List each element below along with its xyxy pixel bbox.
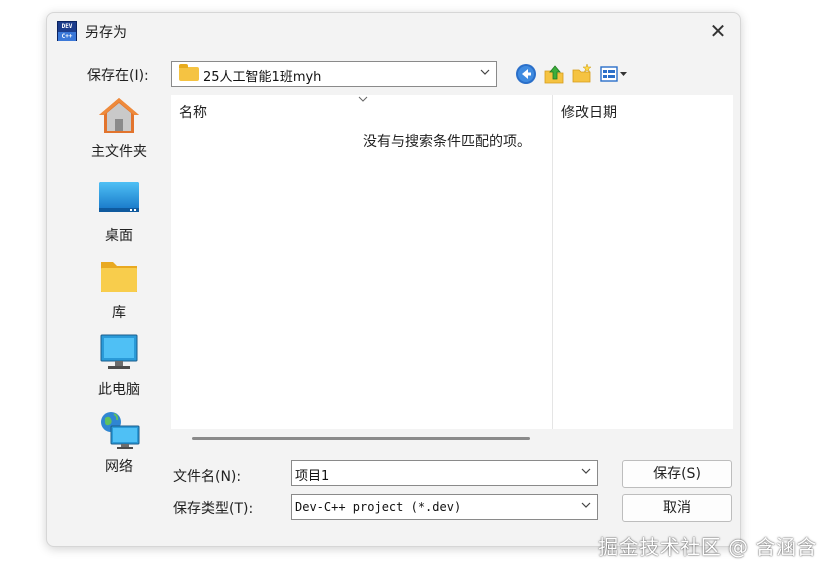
- app-icon-bottom-text: C++: [58, 32, 76, 41]
- place-label: 主文件夹: [91, 144, 147, 160]
- close-button[interactable]: ✕: [706, 20, 730, 44]
- dev-cpp-app-icon: DEV C++: [57, 21, 77, 41]
- title-bar: DEV C++ 另存为 ✕: [47, 13, 740, 49]
- view-menu-icon[interactable]: [599, 63, 629, 85]
- empty-list-message: 没有与搜索条件匹配的项。: [363, 134, 531, 150]
- new-folder-icon[interactable]: [571, 63, 593, 85]
- home-icon: [99, 98, 139, 133]
- up-folder-icon[interactable]: [543, 63, 565, 85]
- save-button[interactable]: 保存(S): [622, 460, 732, 488]
- folder-icon: [179, 64, 199, 81]
- desktop-icon: [99, 182, 139, 212]
- file-list-view[interactable]: 名称 修改日期 没有与搜索条件匹配的项。: [171, 95, 733, 429]
- place-network[interactable]: 网络: [71, 410, 167, 480]
- chevron-down-icon[interactable]: [480, 67, 490, 77]
- filetype-select[interactable]: Dev-C++ project (*.dev): [291, 494, 598, 520]
- sort-chevron-icon: [358, 96, 368, 102]
- column-divider[interactable]: [552, 95, 553, 429]
- library-folder-icon: [101, 262, 137, 292]
- save-in-folder-value: 25人工智能1班myh: [203, 70, 322, 85]
- save-in-label: 保存在(I):: [87, 68, 149, 84]
- place-desktop[interactable]: 桌面: [71, 179, 167, 249]
- chevron-down-icon[interactable]: [581, 500, 591, 510]
- place-label: 桌面: [105, 228, 133, 244]
- computer-icon: [100, 334, 138, 369]
- place-label: 网络: [105, 459, 133, 475]
- place-home[interactable]: 主文件夹: [71, 95, 167, 165]
- cancel-button[interactable]: 取消: [622, 494, 732, 522]
- places-bar: 主文件夹 桌面 库 此电脑 网络: [71, 95, 167, 475]
- back-icon[interactable]: [515, 63, 537, 85]
- place-label: 库: [112, 305, 126, 321]
- filename-input[interactable]: 项目1: [295, 465, 329, 484]
- window-title: 另存为: [85, 25, 127, 41]
- save-as-dialog: DEV C++ 另存为 ✕ 保存在(I): 25人工智能1班myh 主文件夹 桌…: [46, 12, 741, 547]
- watermark-text: 掘金技术社区 @ 含涵含: [598, 535, 817, 559]
- horizontal-scrollbar[interactable]: [192, 437, 530, 440]
- filename-label: 文件名(N):: [173, 469, 242, 485]
- network-icon: [101, 412, 140, 449]
- filetype-value: Dev-C++ project (*.dev): [295, 500, 462, 514]
- filename-combo[interactable]: 项目1: [291, 460, 598, 486]
- place-library[interactable]: 库: [71, 256, 167, 326]
- column-header-modified-date[interactable]: 修改日期: [561, 102, 617, 122]
- filetype-label: 保存类型(T):: [173, 501, 254, 517]
- column-header-name[interactable]: 名称: [179, 102, 207, 122]
- place-label: 此电脑: [98, 382, 140, 398]
- app-icon-top-text: DEV: [61, 23, 73, 30]
- save-in-folder-combo[interactable]: 25人工智能1班myh: [171, 61, 497, 87]
- place-this-pc[interactable]: 此电脑: [71, 333, 167, 403]
- chevron-down-icon[interactable]: [581, 466, 591, 476]
